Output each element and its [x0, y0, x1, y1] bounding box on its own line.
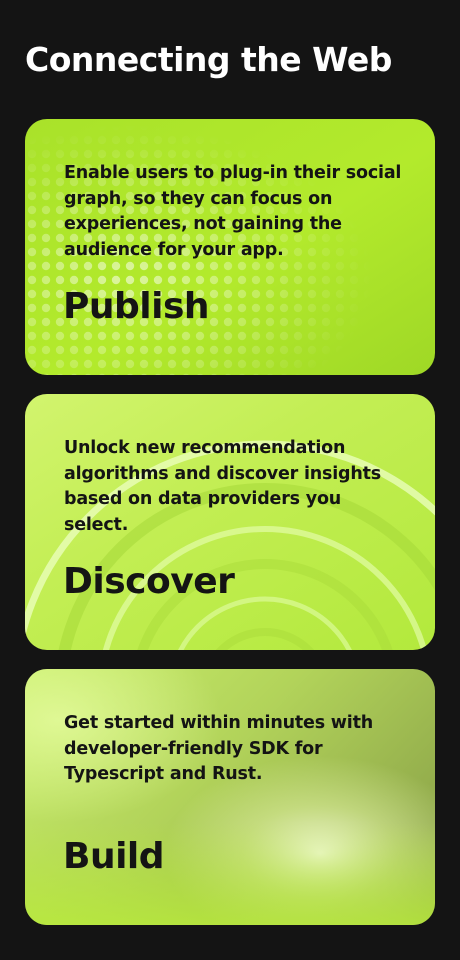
- card-build-heading: Build: [63, 836, 165, 877]
- card-build[interactable]: Get started within minutes with develope…: [25, 669, 435, 925]
- card-publish-heading: Publish: [63, 286, 210, 327]
- card-discover-description: Unlock new recommendation algorithms and…: [64, 438, 382, 535]
- card-discover-heading: Discover: [63, 561, 235, 602]
- card-publish-description: Enable users to plug-in their social gra…: [64, 163, 402, 260]
- card-build-description: Get started within minutes with develope…: [64, 713, 373, 784]
- gradient-glow-background: [25, 669, 435, 925]
- card-publish[interactable]: Enable users to plug-in their social gra…: [25, 119, 435, 375]
- card-discover[interactable]: Unlock new recommendation algorithms and…: [25, 394, 435, 650]
- page-title: Connecting the Web: [25, 40, 392, 79]
